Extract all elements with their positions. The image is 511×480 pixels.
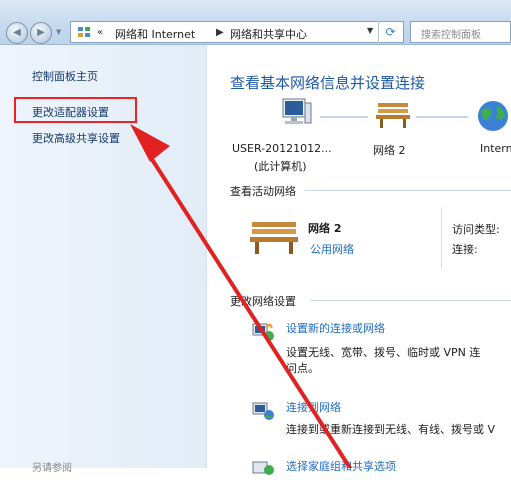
annotation-arrow xyxy=(130,124,352,468)
